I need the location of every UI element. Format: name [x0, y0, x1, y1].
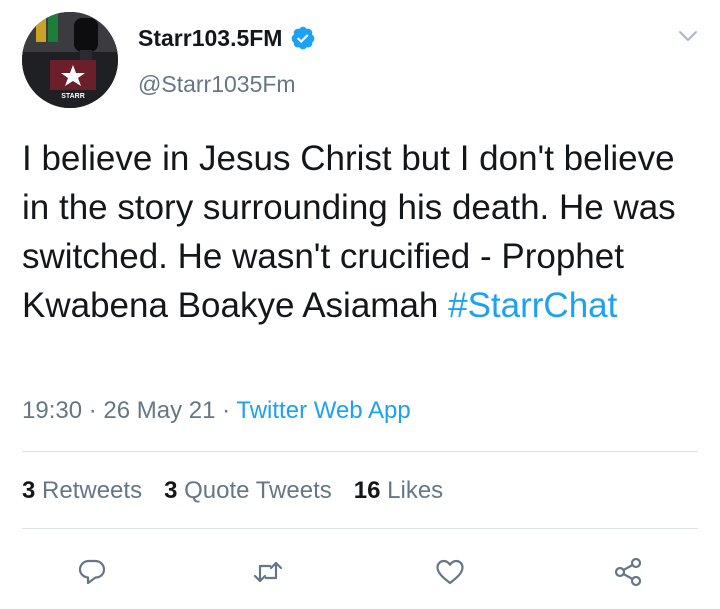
verified-badge-icon	[290, 25, 316, 51]
meta-separator: ·	[88, 397, 97, 424]
retweets-stat[interactable]: 3 Retweets	[22, 477, 142, 504]
tweet-time[interactable]: 19:30	[22, 397, 82, 424]
like-icon[interactable]	[434, 556, 466, 588]
retweets-label: Retweets	[42, 477, 143, 504]
avatar-image: STARR	[22, 12, 118, 108]
tweet-stats: 3 Retweets 3 Quote Tweets 16 Likes	[22, 476, 465, 506]
retweet-icon[interactable]	[252, 556, 284, 588]
avatar-logo-text: STARR	[61, 93, 85, 100]
quotes-label: Quote Tweets	[184, 477, 332, 504]
tweet-date[interactable]: 26 May 21	[103, 397, 215, 424]
quote-tweets-stat[interactable]: 3 Quote Tweets	[164, 477, 332, 504]
retweets-count: 3	[22, 477, 36, 504]
share-icon[interactable]	[612, 556, 644, 588]
avatar[interactable]: STARR	[22, 12, 118, 108]
likes-stat[interactable]: 16 Likes	[354, 477, 443, 504]
tweet-meta: 19:30 · 26 May 21 · Twitter Web App	[22, 396, 411, 426]
likes-label: Likes	[387, 477, 444, 504]
chevron-down-icon[interactable]	[676, 24, 700, 48]
display-name-text: Starr103.5FM	[138, 25, 283, 51]
tweet-source-link[interactable]: Twitter Web App	[236, 397, 410, 424]
meta-separator: ·	[222, 397, 231, 424]
hashtag-link[interactable]: #StarrChat	[448, 286, 617, 325]
reply-icon[interactable]	[76, 556, 108, 588]
divider-top	[22, 451, 698, 452]
quotes-count: 3	[164, 477, 178, 504]
likes-count: 16	[353, 477, 381, 504]
author-display-name[interactable]: Starr103.5FM	[138, 24, 316, 52]
divider-bottom	[22, 528, 698, 529]
tweet-text: I believe in Jesus Christ but I don't be…	[22, 134, 702, 330]
author-handle[interactable]: @Starr1035Fm	[138, 70, 296, 98]
